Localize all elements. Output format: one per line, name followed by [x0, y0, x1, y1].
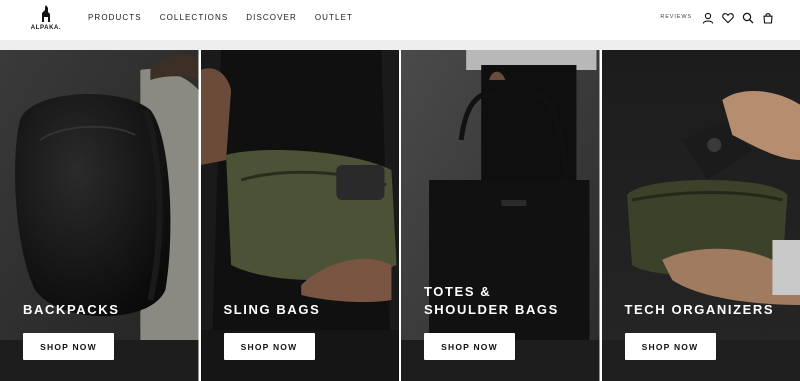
sling-bag-photo: [200, 50, 399, 381]
nav-outlet[interactable]: OUTLET: [315, 13, 353, 22]
category-tile-totes[interactable]: TOTES & SHOULDER BAGS SHOP NOW: [401, 50, 600, 381]
brand-logo[interactable]: ALPAKA.: [26, 5, 66, 35]
tile-title-line-1: TOTES &: [424, 284, 492, 299]
category-tile-backpacks[interactable]: BACKPACKS SHOP NOW: [0, 50, 199, 381]
cart-icon[interactable]: [762, 11, 774, 24]
nav-discover[interactable]: DISCOVER: [246, 13, 297, 22]
tile-title: BACKPACKS: [23, 302, 120, 317]
header-actions: REVIEWS: [660, 11, 774, 24]
shop-now-button[interactable]: SHOP NOW: [223, 333, 315, 360]
backpack-photo: [0, 50, 199, 381]
main-nav: PRODUCTS COLLECTIONS DISCOVER OUTLET: [88, 13, 353, 22]
tile-title-line-2: SHOULDER BAGS: [424, 302, 559, 317]
tile-title: SLING BAGS: [223, 302, 321, 317]
tech-organizer-photo: [601, 50, 800, 381]
search-icon[interactable]: [742, 11, 754, 24]
brand-name: ALPAKA.: [30, 25, 62, 31]
tile-title: TECH ORGANIZERS: [624, 302, 775, 317]
site-header: ALPAKA. PRODUCTS COLLECTIONS DISCOVER OU…: [0, 0, 800, 40]
nav-collections[interactable]: COLLECTIONS: [160, 13, 229, 22]
nav-products[interactable]: PRODUCTS: [88, 13, 142, 22]
alpaka-logo-icon: [42, 5, 50, 22]
category-tiles: BACKPACKS SHOP NOW SLING BAGS SHOP NOW T…: [0, 50, 800, 381]
heart-icon[interactable]: [722, 11, 734, 24]
shop-now-button[interactable]: SHOP NOW: [624, 333, 716, 360]
shop-now-button[interactable]: SHOP NOW: [23, 333, 114, 360]
tote-bag-photo: [401, 50, 600, 381]
header-divider-strip: [0, 40, 800, 50]
category-tile-sling-bags[interactable]: SLING BAGS SHOP NOW: [200, 50, 399, 381]
account-icon[interactable]: [702, 11, 714, 24]
reviews-link[interactable]: REVIEWS: [660, 14, 692, 20]
category-tile-tech-organizers[interactable]: TECH ORGANIZERS SHOP NOW: [601, 50, 800, 381]
shop-now-button[interactable]: SHOP NOW: [424, 333, 515, 360]
